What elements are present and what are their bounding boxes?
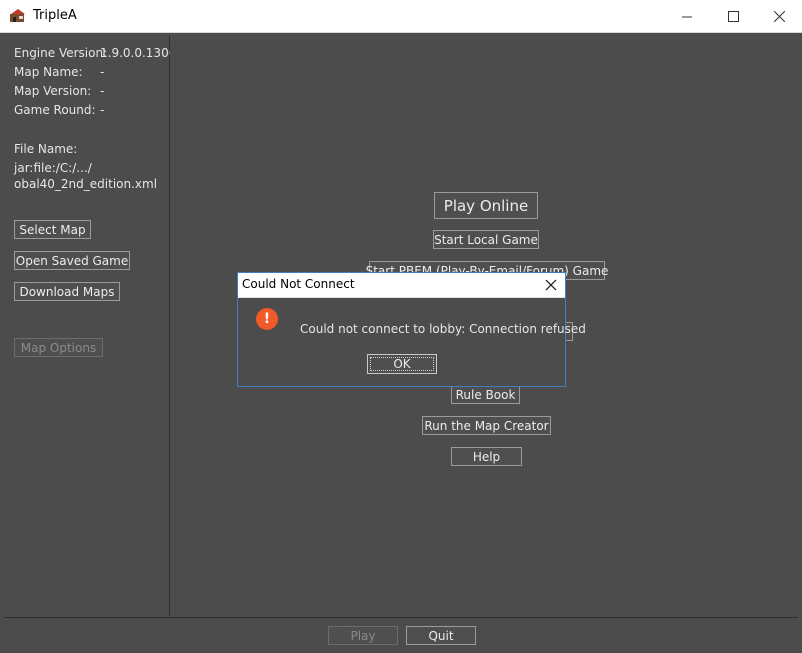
warning-icon: ! — [256, 308, 278, 330]
play-button[interactable]: Play — [328, 626, 398, 645]
map-name-label: Map Name: — [14, 65, 83, 79]
maximize-button[interactable] — [710, 0, 756, 32]
game-info-sidebar: Engine Version: 1.9.0.0.13066 Map Name: … — [4, 36, 184, 616]
map-name-value: - — [100, 65, 105, 79]
engine-version-row: Engine Version: 1.9.0.0.13066 — [14, 46, 184, 60]
dialog-close-icon[interactable] — [543, 277, 559, 293]
close-icon — [773, 10, 785, 22]
minimize-icon — [681, 11, 693, 22]
run-map-creator-button[interactable]: Run the Map Creator — [422, 416, 551, 435]
maximize-icon — [727, 10, 739, 22]
title-bar: TripleA — [0, 0, 802, 33]
help-button[interactable]: Help — [451, 447, 522, 466]
dialog-body: ! Could not connect to lobby: Connection… — [238, 298, 586, 386]
game-round-label: Game Round: — [14, 103, 96, 117]
map-version-value: - — [100, 84, 105, 98]
dialog-title: Could Not Connect — [242, 277, 355, 291]
dialog-title-bar: Could Not Connect — [238, 273, 565, 298]
rule-book-button[interactable]: Rule Book — [451, 385, 520, 404]
open-saved-game-button[interactable]: Open Saved Game — [14, 251, 130, 270]
minimize-button[interactable] — [664, 0, 710, 32]
file-name-label: File Name: — [14, 142, 78, 156]
could-not-connect-dialog: Could Not Connect ! Could not connect to… — [237, 272, 586, 387]
start-local-game-button[interactable]: Start Local Game — [433, 230, 539, 249]
file-name-path-line2: obal40_2nd_edition.xml — [14, 177, 158, 191]
download-maps-button[interactable]: Download Maps — [14, 282, 120, 301]
map-name-row: Map Name: - — [14, 65, 104, 79]
close-window-button[interactable] — [756, 0, 802, 32]
bottom-action-bar: Play Quit — [4, 617, 798, 651]
window-title: TripleA — [33, 8, 77, 23]
game-round-value: - — [100, 103, 105, 117]
file-name-path-line1: jar:file:/C:/.../ — [14, 161, 92, 175]
quit-button[interactable]: Quit — [406, 626, 476, 645]
triplea-logo-icon — [9, 8, 27, 24]
engine-version-label: Engine Version: — [14, 46, 108, 60]
game-round-row: Game Round: - — [14, 103, 104, 117]
map-options-button[interactable]: Map Options — [14, 338, 103, 357]
ok-button[interactable]: OK — [367, 354, 437, 374]
play-online-button[interactable]: Play Online — [434, 192, 538, 219]
triplea-window: TripleA Engine Version: 1.9.0.0.13066 Ma… — [0, 0, 802, 653]
map-version-row: Map Version: - — [14, 84, 104, 98]
dialog-message: Could not connect to lobby: Connection r… — [300, 322, 586, 336]
select-map-button[interactable]: Select Map — [14, 220, 91, 239]
map-version-label: Map Version: — [14, 84, 92, 98]
